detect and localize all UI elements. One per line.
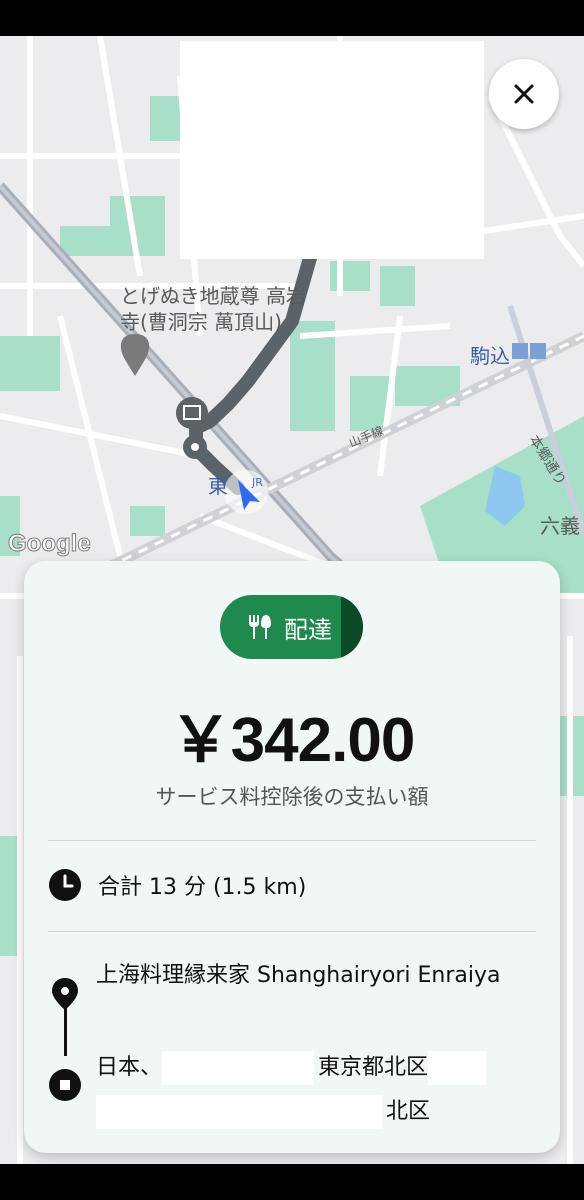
map-label-komagome: 駒込 xyxy=(470,344,510,368)
payout-subtitle: サービス料控除後の支払い額 xyxy=(155,785,429,809)
redacted-address xyxy=(428,1051,487,1085)
dropoff-prefix: 日本、 xyxy=(96,1055,163,1080)
dropoff-ward: 北区 xyxy=(386,1099,431,1124)
route-connector xyxy=(64,1004,67,1056)
divider xyxy=(48,931,536,932)
redacted-address xyxy=(96,1095,382,1129)
navigation-bar xyxy=(0,1164,584,1200)
trip-duration-row: 合計 13 分 (1.5 km) xyxy=(48,868,306,902)
close-button[interactable] xyxy=(489,59,559,129)
delivery-mode-label: 配達 xyxy=(284,615,332,644)
map-label-station: 東 xyxy=(208,474,228,498)
dropoff-address: 日本、 東京都北区 北区 xyxy=(96,1046,526,1134)
map-label-temple: とげぬき地蔵尊 高岩 xyxy=(120,284,306,308)
divider xyxy=(48,840,536,841)
trip-offer-card[interactable]: 配達 ￥342.00 サービス料控除後の支払い額 合計 13 分 (1.5 km… xyxy=(24,561,560,1153)
trip-duration-text: 合計 13 分 (1.5 km) xyxy=(98,875,307,900)
status-bar xyxy=(0,0,584,36)
fork-knife-icon xyxy=(249,615,271,639)
payout-price: ￥342.00 xyxy=(169,706,416,775)
map-label-temple-2: 寺(曹洞宗 萬頂山) xyxy=(120,310,282,334)
close-icon xyxy=(514,84,534,104)
delivery-mode-pill: 配達 xyxy=(220,595,363,659)
dropoff-stop-icon xyxy=(49,1069,81,1101)
google-logo: Google xyxy=(8,530,92,558)
map-label-jr: JR xyxy=(252,476,263,489)
clock-icon xyxy=(49,869,81,901)
redacted-region xyxy=(180,41,484,259)
pickup-name: 上海料理縁来家 Shanghairyori Enraiya xyxy=(96,963,501,988)
map-label-rikugi: 六義 xyxy=(540,514,580,538)
redacted-address xyxy=(162,1051,315,1085)
dropoff-city: 東京都北区 xyxy=(318,1055,429,1080)
